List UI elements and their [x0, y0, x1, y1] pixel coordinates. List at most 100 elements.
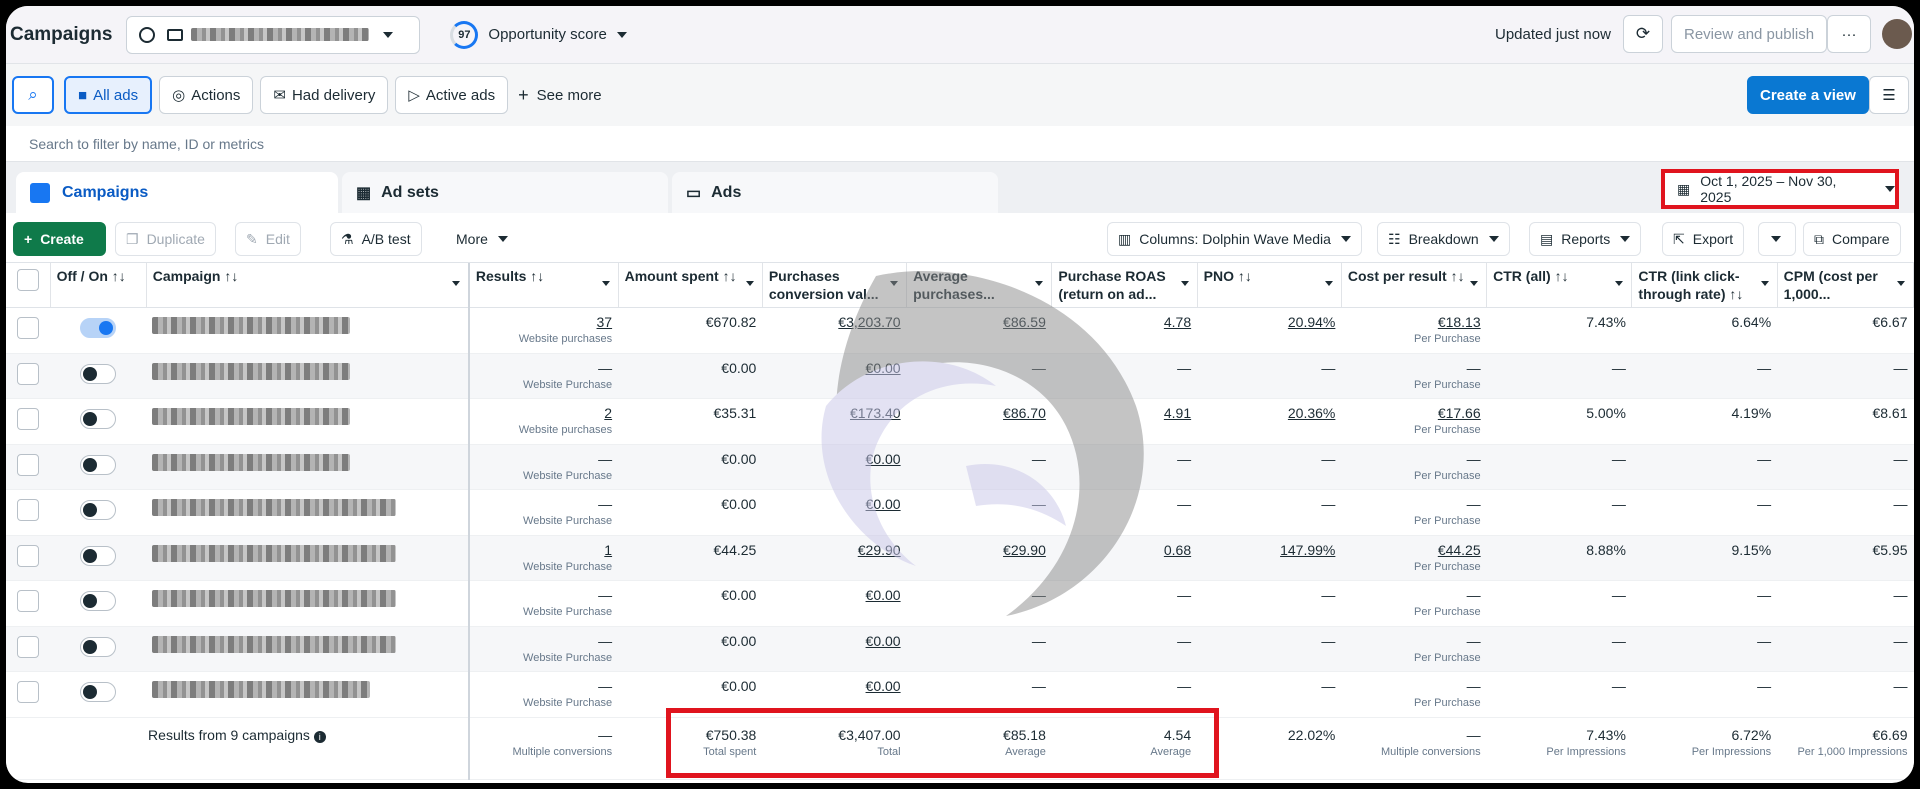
- columns-button[interactable]: ▥ Columns: Dolphin Wave Media: [1107, 222, 1362, 256]
- col-header[interactable]: Average purchases...: [906, 263, 1053, 308]
- search-button[interactable]: ⌕: [12, 76, 54, 114]
- campaign-name-cell[interactable]: [146, 626, 470, 672]
- select-all-checkbox[interactable]: [16, 269, 39, 291]
- cell-roas[interactable]: 4.78: [1051, 307, 1198, 354]
- campaign-toggle[interactable]: [80, 682, 117, 702]
- table-row[interactable]: — Website Purchase €0.00 €0.00— — — — Per Purch…: [6, 671, 1914, 718]
- row-select-cell[interactable]: [6, 353, 51, 399]
- cell-conv_value[interactable]: €0.00: [762, 580, 907, 627]
- more-button[interactable]: More: [446, 222, 518, 256]
- export-button[interactable]: ⇱ Export: [1662, 222, 1745, 256]
- campaign-name-cell[interactable]: [146, 353, 470, 399]
- tab-campaigns[interactable]: Campaigns: [16, 172, 338, 213]
- export-options-button[interactable]: [1758, 222, 1796, 256]
- row-select-cell[interactable]: [6, 626, 51, 672]
- col-header[interactable]: Amount spent ↑↓: [618, 263, 763, 308]
- campaign-name-cell[interactable]: [146, 535, 470, 581]
- cell-cpr[interactable]: €18.13 Per Purchase: [1341, 307, 1487, 354]
- cell-results[interactable]: 2 Website purchases: [467, 398, 619, 445]
- row-select-cell[interactable]: [6, 535, 51, 581]
- cell-cpr[interactable]: €44.25 Per Purchase: [1341, 535, 1487, 581]
- row-checkbox[interactable]: [17, 544, 40, 567]
- opportunity-score[interactable]: 97 Opportunity score: [450, 20, 627, 49]
- campaign-name-cell[interactable]: [146, 489, 470, 536]
- table-row[interactable]: — Website Purchase €0.00 €0.00— — — — Per Purch…: [6, 353, 1914, 399]
- row-checkbox[interactable]: [17, 590, 40, 612]
- cell-pno[interactable]: 147.99%: [1197, 535, 1342, 581]
- col-header[interactable]: CPM (cost per 1,000...: [1777, 263, 1914, 308]
- campaign-toggle[interactable]: [80, 545, 117, 566]
- cell-pno[interactable]: 20.94%: [1197, 307, 1342, 354]
- toggle-cell[interactable]: [50, 580, 147, 627]
- toggle-cell[interactable]: [50, 535, 147, 581]
- col-header[interactable]: PNO ↑↓: [1197, 263, 1342, 308]
- col-header[interactable]: Campaign ↑↓: [146, 263, 470, 308]
- campaign-toggle[interactable]: [80, 409, 117, 429]
- campaign-toggle[interactable]: [80, 500, 117, 520]
- breakdown-button[interactable]: ☷ Breakdown: [1377, 222, 1510, 256]
- table-row[interactable]: — Website Purchase €0.00 €0.00— — — — Per Purch…: [6, 626, 1914, 672]
- more-options-button[interactable]: ···: [1827, 15, 1871, 53]
- cell-conv_value[interactable]: €0.00: [762, 444, 907, 490]
- campaign-name-cell[interactable]: [146, 671, 470, 718]
- reports-button[interactable]: ▤ Reports: [1529, 222, 1642, 256]
- row-select-cell[interactable]: [6, 398, 51, 445]
- table-row[interactable]: — Website Purchase €0.00 €0.00— — — — Per Purch…: [6, 489, 1914, 536]
- compare-button[interactable]: ⧉ Compare: [1803, 222, 1901, 256]
- toggle-cell[interactable]: [50, 626, 147, 672]
- refresh-button[interactable]: ⟳: [1623, 15, 1663, 53]
- cell-conv_value[interactable]: €173.40: [762, 398, 907, 445]
- table-row[interactable]: 1 Website Purchase €44.25 €29.90 €29.90 0.68 1…: [6, 535, 1914, 581]
- cell-conv_value[interactable]: €29.90: [762, 535, 907, 581]
- col-header[interactable]: Results ↑↓: [467, 263, 619, 308]
- campaign-toggle[interactable]: [80, 454, 117, 475]
- create-view-button[interactable]: Create a view: [1747, 76, 1869, 114]
- cell-roas[interactable]: 4.91: [1051, 398, 1198, 445]
- col-header[interactable]: Off / On ↑↓: [50, 263, 147, 308]
- see-more-link[interactable]: + See more: [518, 85, 602, 106]
- row-checkbox[interactable]: [17, 681, 40, 703]
- campaign-name-cell[interactable]: [146, 398, 470, 445]
- cell-avg_value[interactable]: €86.59: [906, 307, 1052, 354]
- search-filter-input[interactable]: Search to filter by name, ID or metrics: [6, 126, 1914, 162]
- row-select-cell[interactable]: [6, 489, 51, 536]
- tab-ads[interactable]: ▭ Ads: [672, 172, 998, 213]
- filter-actions[interactable]: ◎ Actions: [159, 76, 254, 114]
- date-range-picker[interactable]: ▦ Oct 1, 2025 – Nov 30, 2025: [1661, 169, 1899, 209]
- cell-results[interactable]: 1 Website Purchase: [467, 535, 619, 581]
- campaign-name-cell[interactable]: [146, 307, 470, 354]
- row-checkbox[interactable]: [17, 635, 40, 658]
- cell-roas[interactable]: 0.68: [1051, 535, 1198, 581]
- toggle-cell[interactable]: [50, 444, 147, 490]
- row-checkbox[interactable]: [17, 453, 40, 476]
- row-select-cell[interactable]: [6, 444, 51, 490]
- select-all-header[interactable]: [6, 263, 51, 308]
- campaign-name-cell[interactable]: [146, 444, 470, 490]
- row-checkbox[interactable]: [17, 317, 40, 339]
- cell-conv_value[interactable]: €3,203.70: [762, 307, 907, 354]
- cell-conv_value[interactable]: €0.00: [762, 626, 907, 672]
- table-row[interactable]: — Website Purchase €0.00 €0.00— — — — Per Purch…: [6, 580, 1914, 627]
- toggle-cell[interactable]: [50, 671, 147, 718]
- col-header[interactable]: Purchase ROAS (return on ad...: [1051, 263, 1198, 308]
- row-select-cell[interactable]: [6, 671, 51, 718]
- col-header[interactable]: CTR (link click-through rate) ↑↓: [1631, 263, 1778, 308]
- filter-all-ads[interactable]: ■ All ads: [64, 76, 153, 114]
- cell-avg_value[interactable]: €86.70: [906, 398, 1052, 445]
- cell-conv_value[interactable]: €0.00: [762, 489, 907, 536]
- campaign-toggle[interactable]: [80, 636, 117, 657]
- info-icon[interactable]: i: [313, 730, 326, 743]
- filter-active-ads[interactable]: ▷ Active ads: [395, 76, 509, 114]
- row-checkbox[interactable]: [17, 408, 40, 430]
- cell-cpr[interactable]: €17.66 Per Purchase: [1341, 398, 1487, 445]
- cell-results[interactable]: 37 Website purchases: [467, 307, 619, 354]
- review-publish-button[interactable]: Review and publish: [1671, 15, 1828, 53]
- tab-ad-sets[interactable]: ▦ Ad sets: [342, 172, 668, 213]
- view-settings-button[interactable]: ☰: [1869, 76, 1909, 114]
- toggle-cell[interactable]: [50, 398, 147, 445]
- create-button[interactable]: + Create: [13, 222, 106, 256]
- cell-conv_value[interactable]: €0.00: [762, 353, 907, 399]
- toggle-cell[interactable]: [50, 489, 147, 536]
- filter-had-delivery[interactable]: ✉ Had delivery: [260, 76, 389, 114]
- table-row[interactable]: — Website Purchase €0.00 €0.00— — — — Per Purch…: [6, 444, 1914, 490]
